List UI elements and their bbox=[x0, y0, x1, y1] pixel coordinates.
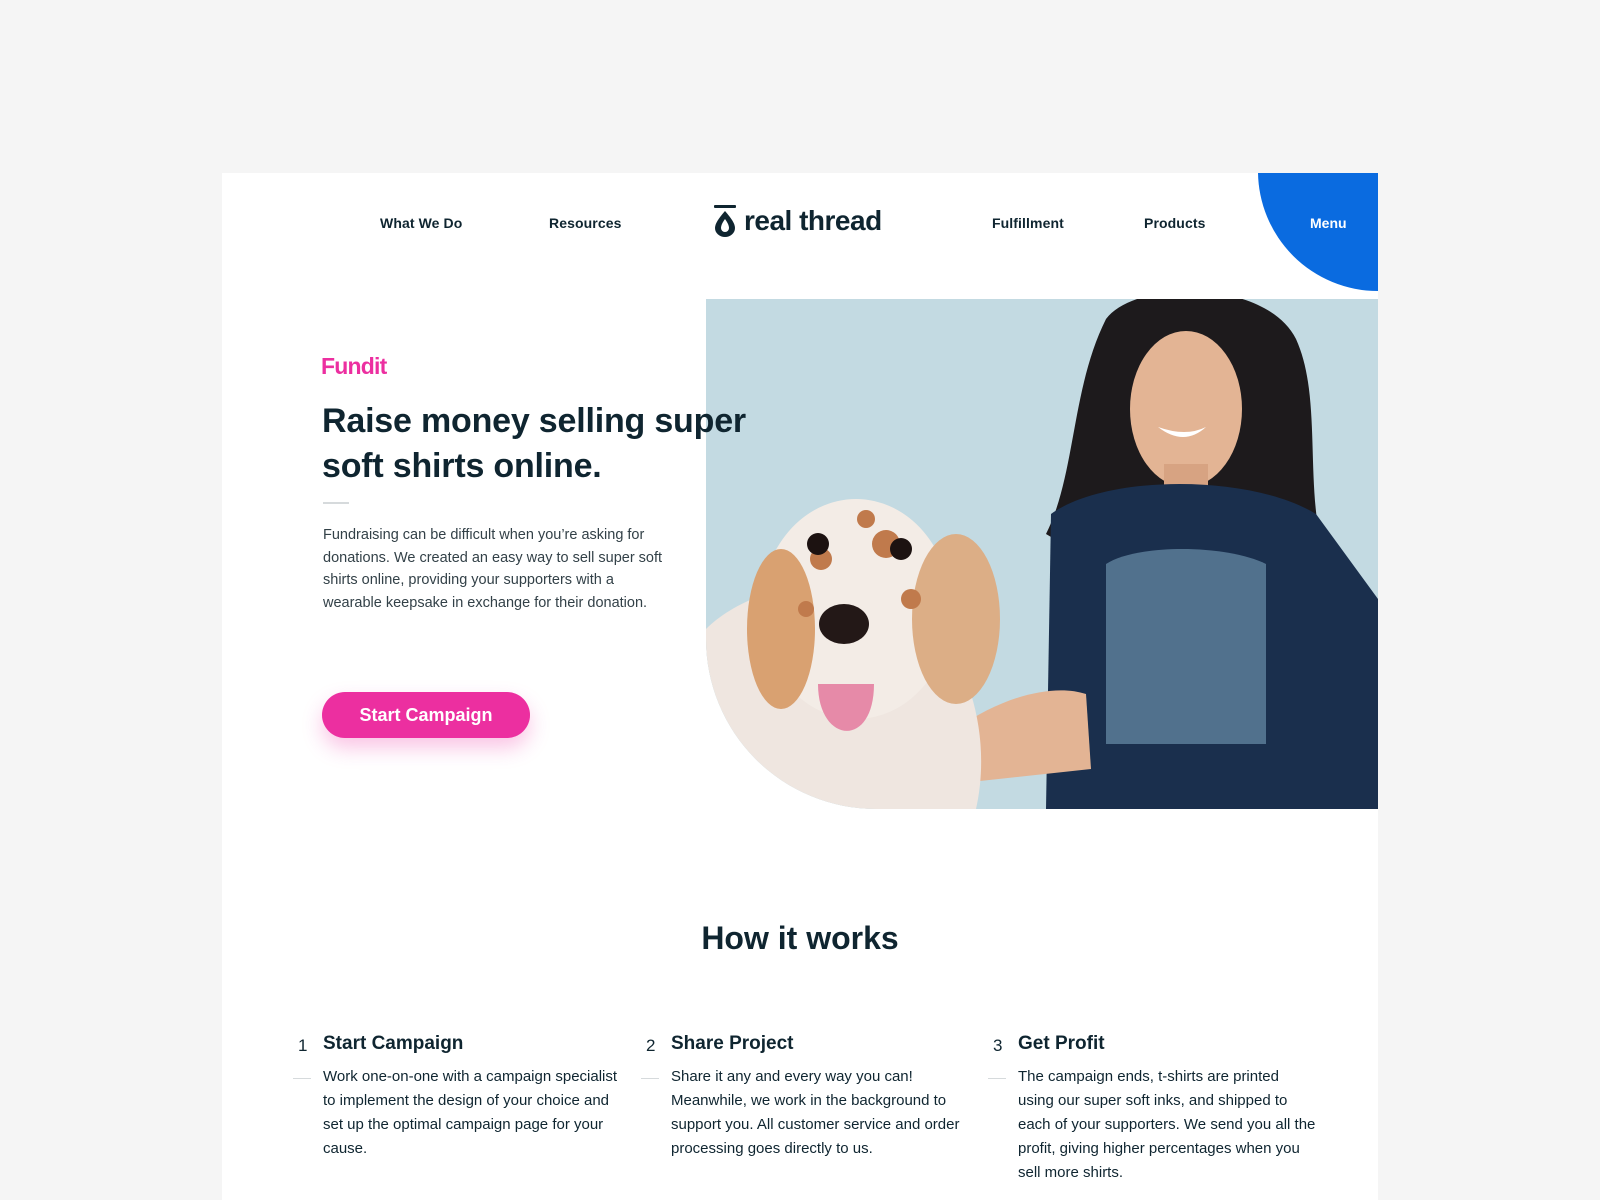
nav-what-we-do[interactable]: What We Do bbox=[380, 215, 462, 231]
step-divider bbox=[641, 1078, 659, 1079]
step-number: 1 bbox=[298, 1036, 308, 1055]
brand-label: Fundit bbox=[321, 353, 387, 379]
step-description: The campaign ends, t-shirts are printed … bbox=[1018, 1068, 1316, 1181]
hero-photo bbox=[706, 299, 1378, 809]
start-campaign-button[interactable]: Start Campaign bbox=[322, 692, 530, 738]
step-description: Share it any and every way you can! Mean… bbox=[671, 1068, 960, 1157]
step-number: 3 bbox=[993, 1036, 1003, 1055]
step-title: Start Campaign bbox=[323, 1033, 464, 1054]
menu-button[interactable]: Menu bbox=[1310, 215, 1347, 231]
step-description: Work one-on-one with a campaign speciali… bbox=[323, 1068, 618, 1157]
step-divider bbox=[988, 1078, 1006, 1079]
logo-wordmark: real thread bbox=[744, 205, 882, 236]
step-divider bbox=[293, 1078, 311, 1079]
hero-headline: Raise money selling super soft shirts on… bbox=[322, 399, 762, 489]
hero-headline-line-1: Raise money selling super bbox=[322, 402, 746, 440]
logo[interactable]: real thread bbox=[712, 203, 882, 239]
nav-products[interactable]: Products bbox=[1144, 215, 1205, 231]
step-title: Share Project bbox=[671, 1033, 794, 1054]
step-number: 2 bbox=[646, 1036, 656, 1055]
nav-fulfillment[interactable]: Fulfillment bbox=[992, 215, 1064, 231]
hero-headline-line-2: soft shirts online. bbox=[322, 447, 602, 485]
page-card: What We Do Resources real thread Fulfill… bbox=[222, 173, 1378, 1200]
how-it-works-title: How it works bbox=[701, 920, 899, 956]
menu-blob[interactable] bbox=[1258, 173, 1378, 291]
nav-resources[interactable]: Resources bbox=[549, 215, 622, 231]
hero-intro: Fundraising can be difficult when you’re… bbox=[323, 527, 663, 611]
divider bbox=[323, 502, 349, 504]
thread-drop-icon bbox=[714, 205, 736, 237]
step-title: Get Profit bbox=[1018, 1033, 1105, 1054]
